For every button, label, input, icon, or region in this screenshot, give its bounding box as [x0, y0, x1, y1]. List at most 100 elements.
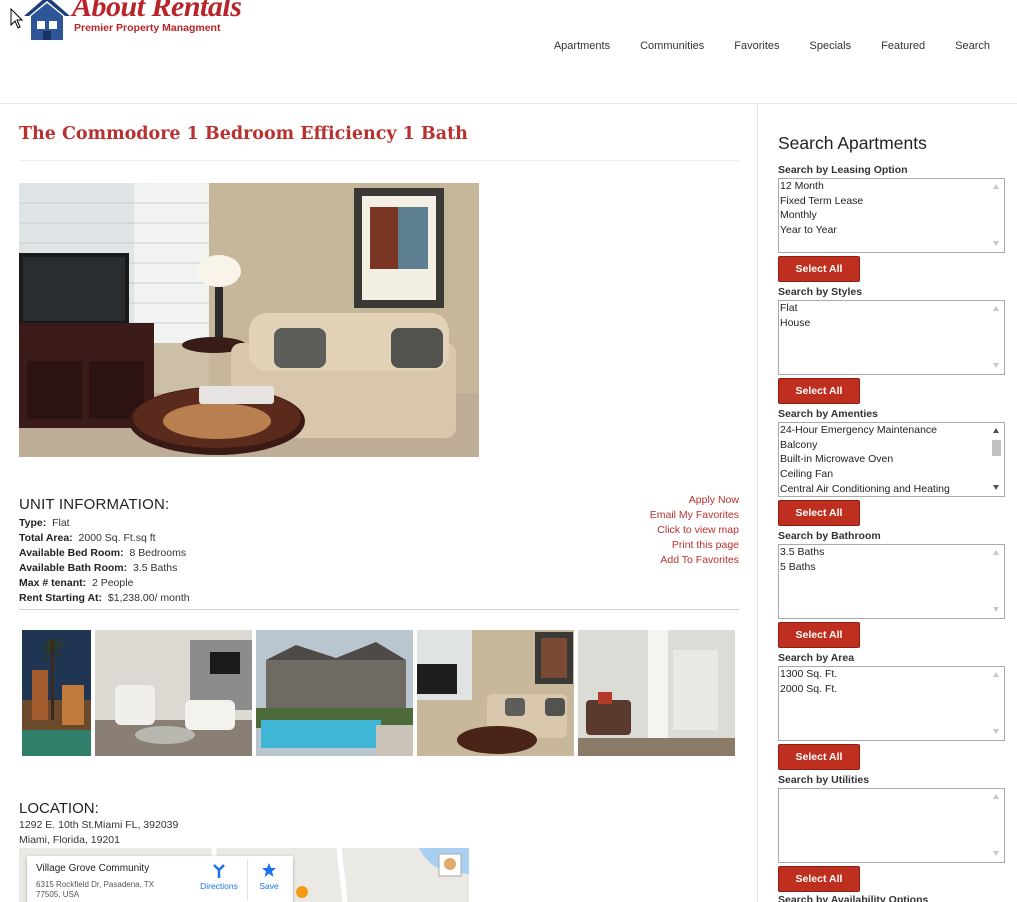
amenities-filter: Search by Amenties 24-Hour Emergency Mai… — [778, 408, 1006, 526]
select-all-button[interactable]: Select All — [778, 622, 860, 648]
listbox-option[interactable]: 12 Month — [779, 179, 1004, 194]
field-value: 2000 Sq. Ft.sq ft — [78, 532, 156, 544]
select-all-button[interactable]: Select All — [778, 744, 860, 770]
divider — [247, 860, 248, 900]
main-nav: Apartments Communities Favorites Special… — [524, 40, 990, 52]
select-all-button[interactable]: Select All — [778, 500, 860, 526]
unit-bedroom-row: Available Bed Room: 8 Bedrooms — [19, 546, 190, 561]
listbox-option[interactable]: Ceiling Fan — [779, 467, 1004, 482]
scroll-up-icon[interactable] — [993, 672, 999, 677]
scrollbar[interactable] — [989, 179, 1004, 252]
scrollbar[interactable] — [989, 667, 1004, 740]
listbox-option[interactable]: Year to Year — [779, 223, 1004, 238]
listbox-option[interactable]: 2000 Sq. Ft. — [779, 682, 1004, 697]
scroll-up-icon[interactable] — [993, 184, 999, 189]
map-place-address: 6315 Rockfield Dr, Pasadena, TX 77505, U… — [36, 880, 155, 899]
select-all-button[interactable]: Select All — [778, 378, 860, 404]
star-icon — [262, 863, 276, 877]
gallery-thumbnail[interactable] — [256, 630, 413, 756]
nav-featured[interactable]: Featured — [881, 40, 925, 52]
divider — [19, 609, 739, 610]
scroll-down-icon[interactable] — [993, 851, 999, 856]
logo-title: About Rentals — [72, 0, 242, 23]
select-all-button[interactable]: Select All — [778, 866, 860, 892]
listbox-option[interactable]: 1300 Sq. Ft. — [779, 667, 1004, 682]
field-label: Total Area: — [19, 532, 73, 544]
field-label: Available Bed Room: — [19, 547, 124, 559]
gallery-thumbnail[interactable] — [95, 630, 252, 756]
listbox-option[interactable]: Flat — [779, 301, 1004, 316]
site-logo[interactable]: About Rentals Premier Property Managment — [20, 0, 250, 42]
photo-gallery — [22, 630, 738, 756]
scroll-down-icon[interactable] — [993, 363, 999, 368]
listbox-option[interactable]: 3.5 Baths — [779, 545, 1004, 560]
print-page-link[interactable]: Print this page — [650, 538, 739, 553]
scroll-up-icon[interactable] — [993, 794, 999, 799]
scroll-down-icon[interactable] — [993, 485, 999, 490]
utilities-listbox[interactable] — [778, 788, 1005, 863]
scroll-down-icon[interactable] — [993, 607, 999, 612]
scrollbar[interactable] — [989, 789, 1004, 862]
nav-communities[interactable]: Communities — [640, 40, 704, 52]
sidebar-divider — [757, 104, 758, 902]
map-save-button[interactable]: Save — [249, 862, 289, 891]
field-label: Max # tenant: — [19, 577, 87, 589]
scrollbar[interactable] — [989, 301, 1004, 374]
nav-specials[interactable]: Specials — [810, 40, 852, 52]
map-directions-button[interactable]: Directions — [197, 862, 241, 891]
field-label: Rent Starting At: — [19, 592, 103, 604]
gallery-thumbnail[interactable] — [417, 630, 574, 756]
scroll-down-icon[interactable] — [993, 241, 999, 246]
filter-label: Search by Area — [778, 652, 855, 664]
scrollbar[interactable] — [989, 423, 1004, 496]
field-value: 2 People — [91, 577, 134, 589]
listbox-option[interactable]: House — [779, 316, 1004, 331]
scroll-down-icon[interactable] — [993, 729, 999, 734]
field-value: 3.5 Baths — [132, 562, 178, 574]
divider — [19, 160, 739, 161]
location-heading: LOCATION: — [19, 800, 99, 817]
filter-label: Search by Amenties — [778, 408, 878, 420]
listbox-option[interactable]: Balcony — [779, 438, 1004, 453]
hero-photo[interactable] — [19, 183, 479, 457]
location-address: 1292 E. 10th St.Miami FL, 392039 Miami, … — [19, 818, 178, 848]
scrollbar[interactable] — [989, 545, 1004, 618]
listbox-option[interactable]: 24-Hour Emergency Maintenance — [779, 423, 1004, 438]
listbox-option[interactable]: Fixed Term Lease — [779, 194, 1004, 209]
listbox-option[interactable]: 5 Baths — [779, 560, 1004, 575]
field-value: 8 Bedrooms — [129, 547, 187, 559]
add-favorites-link[interactable]: Add To Favorites — [650, 553, 739, 568]
unit-info-list: Type: Flat Total Area: 2000 Sq. Ft.sq ft… — [19, 516, 190, 606]
email-favorites-link[interactable]: Email My Favorites — [650, 508, 739, 523]
scroll-thumb[interactable] — [992, 440, 1001, 456]
gallery-thumbnail[interactable] — [578, 630, 735, 756]
area-listbox[interactable]: 1300 Sq. Ft. 2000 Sq. Ft. — [778, 666, 1005, 741]
scroll-up-icon[interactable] — [993, 306, 999, 311]
amenities-listbox[interactable]: 24-Hour Emergency Maintenance Balcony Bu… — [778, 422, 1005, 497]
nav-apartments[interactable]: Apartments — [554, 40, 610, 52]
select-all-button[interactable]: Select All — [778, 256, 860, 282]
house-logo-icon — [24, 0, 70, 40]
scroll-up-icon[interactable] — [993, 428, 999, 433]
location-map[interactable]: Village Grove Community 6315 Rockfield D… — [19, 848, 469, 902]
listbox-option[interactable]: Central Air Conditioning and Heating — [779, 482, 1004, 496]
listbox-option[interactable]: Monthly — [779, 208, 1004, 223]
directions-label: Directions — [200, 881, 238, 891]
nav-search[interactable]: Search — [955, 40, 990, 52]
nav-favorites[interactable]: Favorites — [734, 40, 779, 52]
unit-rent-row: Rent Starting At: $1,238.00/ month — [19, 591, 190, 606]
field-value: Flat — [52, 517, 70, 529]
styles-listbox[interactable]: Flat House — [778, 300, 1005, 375]
apply-now-link[interactable]: Apply Now — [650, 493, 739, 508]
unit-area-row: Total Area: 2000 Sq. Ft.sq ft — [19, 531, 190, 546]
gallery-thumbnail[interactable] — [22, 630, 91, 756]
leasing-option-listbox[interactable]: 12 Month Fixed Term Lease Monthly Year t… — [778, 178, 1005, 253]
view-map-link[interactable]: Click to view map — [650, 523, 739, 538]
address-line: Miami, Florida, 19201 — [19, 834, 120, 846]
filter-label: Search by Styles — [778, 286, 863, 298]
listbox-option[interactable]: Built-in Microwave Oven — [779, 452, 1004, 467]
bathroom-listbox[interactable]: 3.5 Baths 5 Baths — [778, 544, 1005, 619]
address-line: 1292 E. 10th St.Miami FL, 392039 — [19, 819, 179, 831]
scroll-up-icon[interactable] — [993, 550, 999, 555]
field-label: Type: — [19, 517, 47, 529]
